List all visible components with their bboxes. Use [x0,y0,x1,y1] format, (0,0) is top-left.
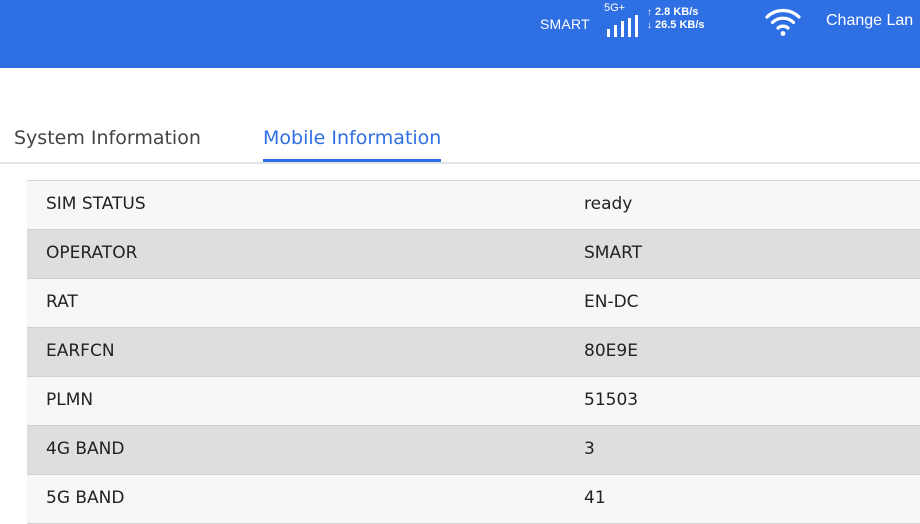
upload-speed: 2.8 KB/s [655,6,699,18]
table-row-plmn: PLMN 51503 [27,377,920,426]
row-key: OPERATOR [46,243,138,263]
tab-system-information[interactable]: System Information [14,124,201,160]
table-row-5g-band: 5G BAND 41 [27,475,920,524]
change-language-button[interactable]: Change Lan [826,12,913,30]
row-key: SIM STATUS [46,194,146,214]
mobile-info-table: SIM STATUS ready OPERATOR SMART RAT EN-D… [27,180,920,524]
network-type-label: 5G+ [604,2,626,14]
wifi-icon [765,9,801,36]
table-row-earfcn: EARFCN 80E9E [27,328,920,377]
row-value: 3 [584,439,595,459]
signal-indicator: 5G+ [604,3,644,37]
row-value: 80E9E [584,341,638,361]
row-key: 5G BAND [46,488,125,508]
table-row-4g-band: 4G BAND 3 [27,426,920,475]
info-tabs: System Information Mobile Information [0,124,920,164]
table-row-sim-status: SIM STATUS ready [27,181,920,230]
download-arrow-icon: ↓ [647,20,652,31]
row-value: EN-DC [584,292,639,312]
operator-name: SMART [540,16,590,32]
row-value: ready [584,194,633,214]
row-key: 4G BAND [46,439,125,459]
row-key: PLMN [46,390,94,410]
signal-bars-icon [607,15,638,37]
row-value: 41 [584,488,606,508]
row-key: RAT [46,292,78,312]
download-speed-row: ↓ 26.5 KB/s [647,19,705,32]
row-value: 51503 [584,390,639,410]
table-row-operator: OPERATOR SMART [27,230,920,279]
upload-arrow-icon: ↑ [647,7,652,18]
traffic-speeds: ↑ 2.8 KB/s ↓ 26.5 KB/s [647,6,705,32]
table-row-rat: RAT EN-DC [27,279,920,328]
download-speed: 26.5 KB/s [655,19,705,31]
row-key: EARFCN [46,341,115,361]
top-bar: SMART 5G+ ↑ 2.8 KB/s ↓ 26.5 KB/s Change La… [0,0,920,68]
upload-speed-row: ↑ 2.8 KB/s [647,6,705,19]
tab-mobile-information[interactable]: Mobile Information [263,124,442,162]
row-value: SMART [584,243,643,263]
